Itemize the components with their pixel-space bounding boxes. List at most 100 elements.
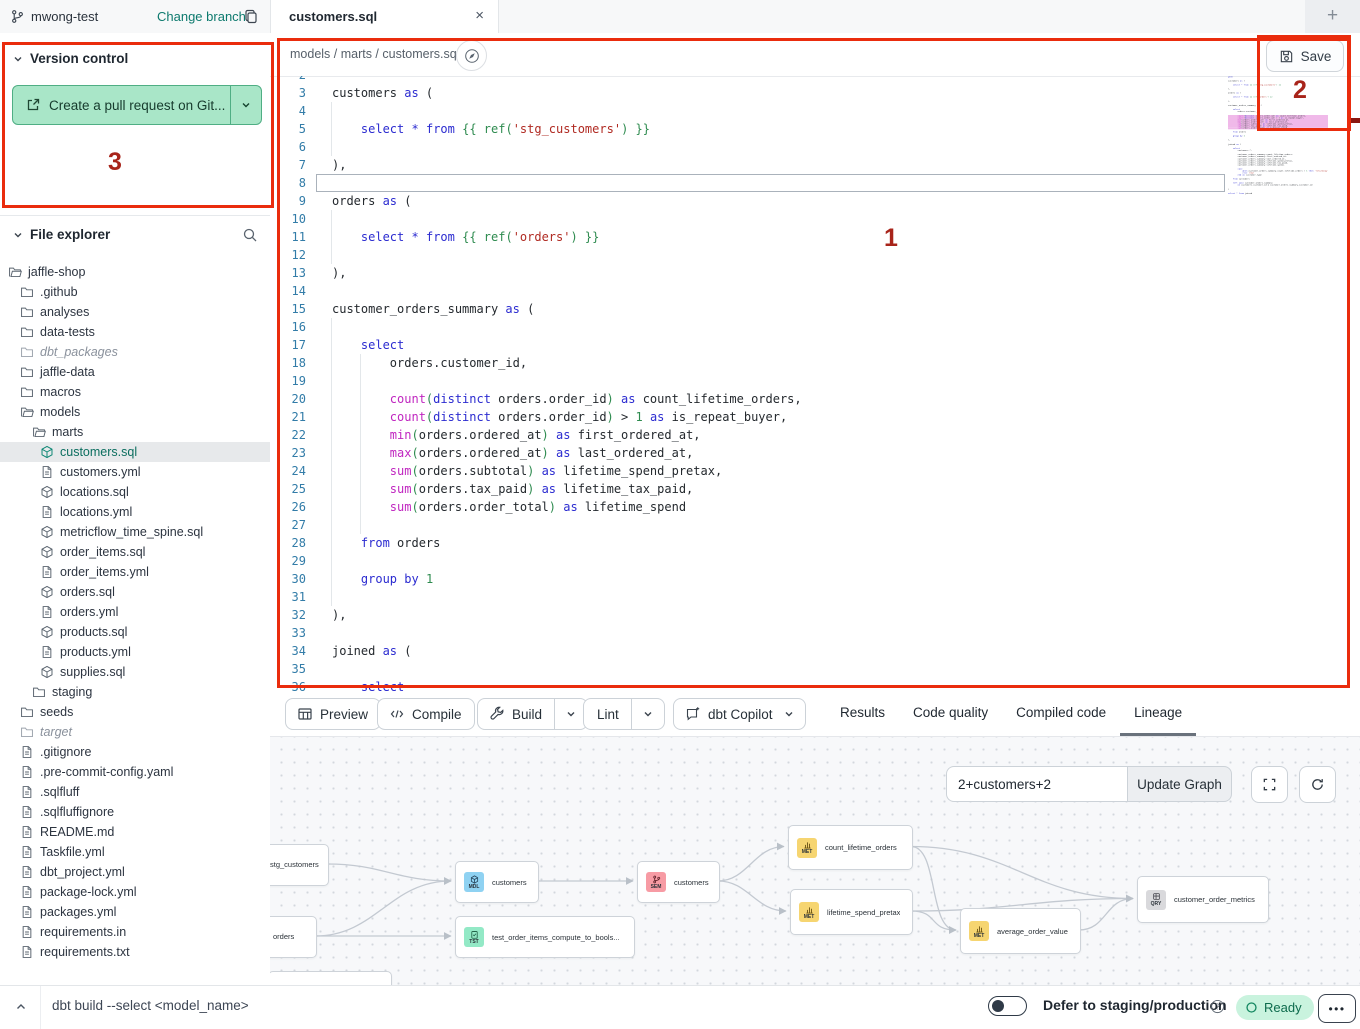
code-line[interactable]: [332, 174, 1360, 192]
create-pull-request-button[interactable]: Create a pull request on Git...: [12, 85, 262, 125]
new-tab-icon[interactable]: +: [1327, 5, 1338, 27]
line-number[interactable]: 26: [270, 498, 306, 516]
file-tree-item[interactable]: seeds: [0, 702, 270, 722]
code-line[interactable]: [332, 318, 1360, 336]
code-line[interactable]: ),: [332, 606, 1360, 624]
line-number[interactable]: 6: [270, 138, 306, 156]
line-number[interactable]: 15: [270, 300, 306, 318]
code-line[interactable]: count(distinct orders.order_id) > 1 as i…: [332, 408, 1360, 426]
file-tree-item[interactable]: package-lock.yml: [0, 882, 270, 902]
code-line[interactable]: [332, 138, 1360, 156]
pull-request-dropdown[interactable]: [230, 86, 261, 124]
lineage-node-test_order_items[interactable]: TSTtest_order_items_compute_to_bools...: [455, 916, 635, 958]
code-line[interactable]: joined as (: [332, 642, 1360, 660]
line-number[interactable]: 10: [270, 210, 306, 228]
file-tree-item[interactable]: staging: [0, 682, 270, 702]
code-line[interactable]: [332, 624, 1360, 642]
preview-button[interactable]: Preview: [285, 698, 381, 730]
code-lines[interactable]: customers as ( select * from {{ ref('stg…: [332, 76, 1360, 692]
line-number[interactable]: 33: [270, 624, 306, 642]
line-number[interactable]: 24: [270, 462, 306, 480]
lineage-node-customers_semantic[interactable]: SEMcustomers: [637, 861, 720, 903]
line-number[interactable]: 3: [270, 84, 306, 102]
code-line[interactable]: orders as (: [332, 192, 1360, 210]
refresh-button[interactable]: [1299, 766, 1336, 803]
lineage-node-stg_customers[interactable]: stg_customers: [270, 844, 329, 886]
code-line[interactable]: [332, 588, 1360, 606]
line-number[interactable]: 36: [270, 678, 306, 692]
line-number[interactable]: 9: [270, 192, 306, 210]
file-tree-item[interactable]: dbt_project.yml: [0, 862, 270, 882]
code-line[interactable]: [332, 246, 1360, 264]
lineage-node-lifetime_spend_pretax[interactable]: METlifetime_spend_pretax: [790, 889, 913, 935]
code-line[interactable]: select * from {{ ref('orders') }}: [332, 228, 1360, 246]
defer-toggle[interactable]: [988, 996, 1027, 1016]
file-tree-item[interactable]: .pre-commit-config.yaml: [0, 762, 270, 782]
code-line[interactable]: sum(orders.order_total) as lifetime_spen…: [332, 498, 1360, 516]
code-editor[interactable]: 2345678910111213141516171819202122232425…: [270, 76, 1360, 692]
line-number[interactable]: 19: [270, 372, 306, 390]
code-line[interactable]: [332, 516, 1360, 534]
line-number[interactable]: 14: [270, 282, 306, 300]
file-tree-item[interactable]: locations.yml: [0, 502, 270, 522]
lineage-node-partial_node[interactable]: [270, 971, 392, 986]
line-number[interactable]: 17: [270, 336, 306, 354]
file-tree-item[interactable]: marts: [0, 422, 270, 442]
code-line[interactable]: from orders: [332, 534, 1360, 552]
save-button[interactable]: Save: [1266, 40, 1344, 72]
lineage-node-average_order_value[interactable]: METaverage_order_value: [960, 908, 1081, 954]
file-tree-item[interactable]: order_items.yml: [0, 562, 270, 582]
code-line[interactable]: count(distinct orders.order_id) as count…: [332, 390, 1360, 408]
code-line[interactable]: orders.customer_id,: [332, 354, 1360, 372]
code-line[interactable]: [332, 102, 1360, 120]
code-line[interactable]: ),: [332, 156, 1360, 174]
line-number[interactable]: 18: [270, 354, 306, 372]
build-button[interactable]: Build: [477, 698, 588, 730]
close-tab-icon[interactable]: ×: [475, 6, 484, 26]
line-number[interactable]: 8: [270, 174, 306, 192]
line-number[interactable]: 4: [270, 102, 306, 120]
lint-dropdown[interactable]: [631, 699, 664, 729]
line-number[interactable]: 25: [270, 480, 306, 498]
line-number[interactable]: 28: [270, 534, 306, 552]
file-tree-item[interactable]: orders.yml: [0, 602, 270, 622]
tab-customers-sql[interactable]: customers.sql ×: [270, 0, 499, 33]
code-line[interactable]: [332, 660, 1360, 678]
line-number[interactable]: 13: [270, 264, 306, 282]
line-number-gutter[interactable]: 2345678910111213141516171819202122232425…: [270, 76, 306, 692]
create-pull-request-main[interactable]: Create a pull request on Git...: [13, 86, 230, 124]
file-tree-item[interactable]: .gitignore: [0, 742, 270, 762]
code-line[interactable]: sum(orders.subtotal) as lifetime_spend_p…: [332, 462, 1360, 480]
panel-tab-results[interactable]: Results: [826, 692, 899, 733]
line-number[interactable]: 7: [270, 156, 306, 174]
line-number[interactable]: 32: [270, 606, 306, 624]
file-tree-item[interactable]: metricflow_time_spine.sql: [0, 522, 270, 542]
code-line[interactable]: sum(orders.tax_paid) as lifetime_tax_pai…: [332, 480, 1360, 498]
line-number[interactable]: 22: [270, 426, 306, 444]
line-number[interactable]: 16: [270, 318, 306, 336]
copy-icon[interactable]: [243, 9, 259, 25]
search-icon[interactable]: [242, 227, 258, 243]
file-tree-item[interactable]: README.md: [0, 822, 270, 842]
change-branch-link[interactable]: Change branch: [157, 9, 246, 24]
version-control-header[interactable]: Version control: [12, 51, 128, 66]
line-number[interactable]: 2: [270, 76, 306, 84]
line-number[interactable]: 30: [270, 570, 306, 588]
file-tree-item[interactable]: target: [0, 722, 270, 742]
file-tree-item[interactable]: .sqlfluff: [0, 782, 270, 802]
file-tree-item[interactable]: analyses: [0, 302, 270, 322]
line-number[interactable]: 12: [270, 246, 306, 264]
code-line[interactable]: ),: [332, 264, 1360, 282]
file-tree-item[interactable]: .sqlfluffignore: [0, 802, 270, 822]
code-line[interactable]: group by 1: [332, 570, 1360, 588]
line-number[interactable]: 31: [270, 588, 306, 606]
panel-tab-code-quality[interactable]: Code quality: [899, 692, 1002, 733]
file-tree-item[interactable]: data-tests: [0, 322, 270, 342]
code-line[interactable]: max(orders.ordered_at) as last_ordered_a…: [332, 444, 1360, 462]
file-tree-item[interactable]: jaffle-shop: [0, 262, 270, 282]
code-line[interactable]: select: [332, 678, 1360, 692]
dbt-copilot-button[interactable]: dbt Copilot: [673, 698, 806, 730]
lineage-node-count_lifetime_orders[interactable]: METcount_lifetime_orders: [788, 825, 913, 870]
line-number[interactable]: 11: [270, 228, 306, 246]
file-tree-item[interactable]: products.sql: [0, 622, 270, 642]
